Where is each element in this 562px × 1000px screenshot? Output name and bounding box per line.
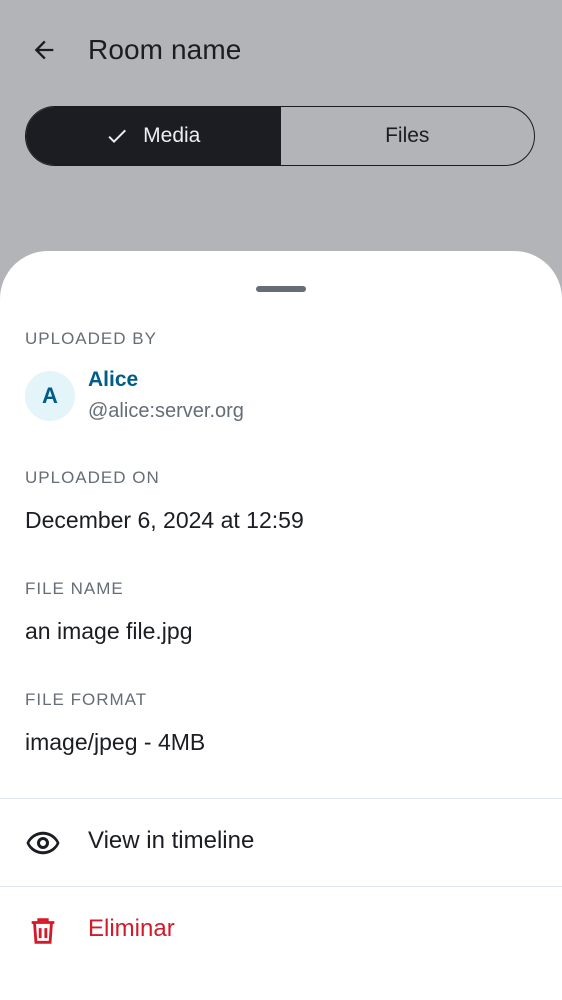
avatar: A	[25, 371, 75, 421]
uploaded-by-label: UPLOADED BY	[25, 329, 157, 348]
tab-files[interactable]: Files	[279, 107, 535, 165]
room-title: Room name	[88, 34, 242, 65]
file-format-label: FILE FORMAT	[25, 690, 148, 709]
user-id: @alice:server.org	[88, 400, 244, 422]
back-button[interactable]	[24, 30, 64, 70]
uploaded-on-value: December 6, 2024 at 12:59	[25, 507, 304, 533]
uploaded-on-label: UPLOADED ON	[25, 468, 160, 487]
tab-files-label: Files	[385, 124, 430, 147]
tab-media[interactable]: Media	[26, 107, 280, 165]
file-format-value: image/jpeg - 4MB	[25, 729, 206, 755]
delete-button[interactable]: Eliminar	[0, 887, 562, 973]
file-name-value: an image file.jpg	[25, 618, 193, 644]
media-details-bottom-sheet: UPLOADED BY A Alice @alice:server.org UP…	[0, 251, 562, 1000]
arrow-left-icon	[34, 40, 54, 60]
check-icon	[105, 124, 129, 148]
tab-media-label: Media	[143, 124, 201, 147]
media-files-toggle: Media Files	[25, 106, 535, 166]
user-display-name: Alice	[88, 368, 139, 391]
view-in-timeline-label: View in timeline	[88, 827, 255, 854]
eye-icon	[24, 826, 62, 860]
delete-label: Eliminar	[88, 915, 175, 942]
top-app-bar: Room name	[0, 0, 562, 100]
trash-icon	[24, 914, 62, 948]
view-in-timeline-button[interactable]: View in timeline	[0, 799, 562, 885]
sheet-drag-handle[interactable]	[256, 286, 306, 292]
file-name-label: FILE NAME	[25, 579, 124, 598]
